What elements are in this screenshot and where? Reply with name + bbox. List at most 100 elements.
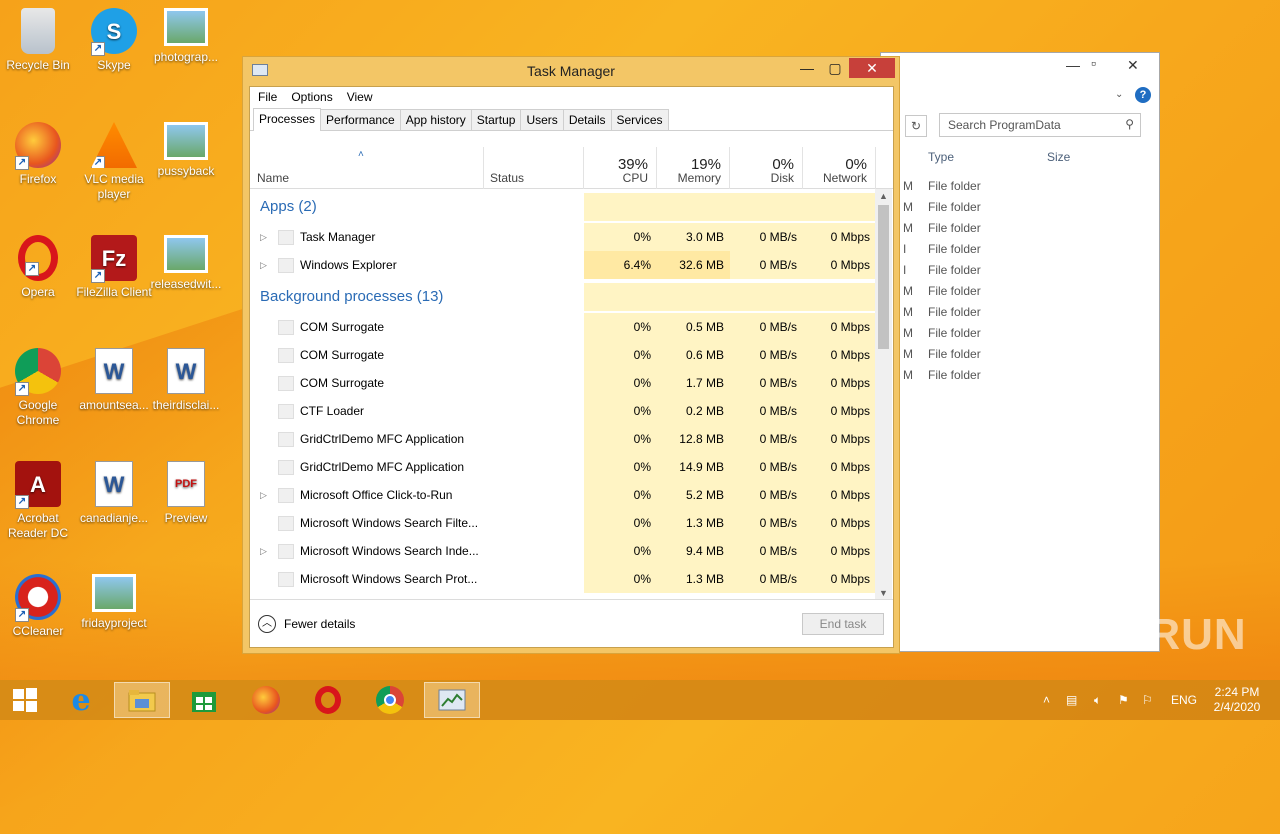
file-type-cell[interactable]: File folder bbox=[928, 347, 981, 361]
process-row[interactable]: COM Surrogate 0% 1.7 MB 0 MB/s 0 Mbps bbox=[250, 369, 876, 397]
column-size[interactable]: Size bbox=[1047, 150, 1070, 164]
maximize-icon[interactable]: ▫ bbox=[1091, 55, 1096, 71]
network-cell: 0 Mbps bbox=[803, 341, 876, 369]
group-header[interactable]: Background processes (13) bbox=[250, 283, 876, 311]
process-row[interactable]: ▷ Task Manager 0% 3.0 MB 0 MB/s 0 Mbps bbox=[250, 223, 876, 251]
help-icon[interactable]: ? bbox=[1135, 87, 1151, 103]
minimize-icon[interactable]: — bbox=[1066, 57, 1080, 73]
desktop-icon[interactable]: photograp... bbox=[148, 8, 224, 65]
maximize-button[interactable]: ▢ bbox=[823, 58, 847, 78]
menu-view[interactable]: View bbox=[347, 90, 373, 108]
file-type-cell[interactable]: File folder bbox=[928, 221, 981, 235]
expand-arrow-icon[interactable]: ▷ bbox=[260, 537, 267, 565]
scrollbar-thumb[interactable] bbox=[878, 205, 889, 349]
clock[interactable]: 2:24 PM 2/4/2020 bbox=[1206, 685, 1268, 715]
tab-services[interactable]: Services bbox=[610, 109, 669, 130]
file-type-cell[interactable]: File folder bbox=[928, 368, 981, 382]
column-type[interactable]: Type bbox=[928, 150, 954, 164]
process-row[interactable]: Microsoft Windows Search Prot... 0% 1.3 MB… bbox=[250, 565, 876, 593]
start-button[interactable] bbox=[0, 682, 50, 718]
refresh-icon[interactable]: ↻ bbox=[905, 115, 927, 137]
desktop-icon[interactable]: PDF Preview bbox=[148, 461, 224, 526]
process-row[interactable]: COM Surrogate 0% 0.6 MB 0 MB/s 0 Mbps bbox=[250, 341, 876, 369]
column-memory[interactable]: 19% Memory bbox=[657, 147, 730, 189]
desktop-icon[interactable]: ↗ VLC media player bbox=[76, 122, 152, 202]
flag-icon[interactable]: ⚐ bbox=[1142, 680, 1153, 720]
vertical-scrollbar[interactable]: ▲ ▼ bbox=[875, 189, 892, 600]
group-header[interactable]: Apps (2) bbox=[250, 193, 876, 221]
firefox-button[interactable] bbox=[238, 682, 294, 718]
column-network[interactable]: 0% Network bbox=[803, 147, 876, 189]
fewer-details-button[interactable]: ︿ Fewer details bbox=[258, 615, 355, 633]
file-type-cell[interactable]: File folder bbox=[928, 200, 981, 214]
process-row[interactable]: ▷ Microsoft Office Click-to-Run 0% 5.2 MB 0 … bbox=[250, 481, 876, 509]
scroll-up-icon[interactable]: ▲ bbox=[875, 189, 892, 203]
column-cpu[interactable]: 39% CPU bbox=[584, 147, 657, 189]
menu-options[interactable]: Options bbox=[291, 90, 332, 108]
desktop-icon[interactable]: S ↗ Skype bbox=[76, 8, 152, 73]
network-tray-icon[interactable]: ▤ bbox=[1066, 680, 1077, 720]
volume-icon[interactable]: 🔈︎ bbox=[1094, 680, 1101, 720]
task-manager-taskbar-button[interactable] bbox=[424, 682, 480, 718]
expand-arrow-icon[interactable]: ▷ bbox=[260, 223, 267, 251]
close-icon[interactable]: ✕ bbox=[1127, 57, 1139, 74]
store-button[interactable] bbox=[176, 682, 232, 718]
file-type-cell[interactable]: File folder bbox=[928, 326, 981, 340]
column-status[interactable]: Status bbox=[484, 147, 584, 189]
close-button[interactable]: ✕ bbox=[849, 58, 895, 78]
chevron-down-icon[interactable]: ⌄ bbox=[1115, 89, 1123, 100]
process-row[interactable]: COM Surrogate 0% 0.5 MB 0 MB/s 0 Mbps bbox=[250, 313, 876, 341]
scroll-down-icon[interactable]: ▼ bbox=[875, 586, 892, 600]
process-row[interactable]: ▷ Microsoft Windows Search Inde... 0% 9.4 M… bbox=[250, 537, 876, 565]
desktop-icon[interactable]: Wcanadianje... bbox=[76, 461, 152, 526]
expand-arrow-icon[interactable]: ▷ bbox=[260, 481, 267, 509]
action-center-icon[interactable]: ⚑ bbox=[1118, 680, 1129, 720]
task-manager-body: File Options View Processes Performance … bbox=[249, 86, 894, 648]
desktop-icon[interactable]: ↗ Firefox bbox=[0, 122, 76, 187]
tab-startup[interactable]: Startup bbox=[470, 109, 522, 130]
internet-explorer-button[interactable]: e bbox=[53, 682, 109, 718]
tab-users[interactable]: Users bbox=[520, 109, 564, 130]
tab-details[interactable]: Details bbox=[562, 109, 612, 130]
file-type-cell[interactable]: File folder bbox=[928, 263, 981, 277]
menu-file[interactable]: File bbox=[258, 90, 277, 108]
show-hidden-icons[interactable]: ˄ bbox=[1043, 680, 1050, 720]
sort-ascending-icon: ˄ bbox=[358, 149, 364, 160]
process-row[interactable]: GridCtrlDemo MFC Application 0% 14.9 MB 0 M… bbox=[250, 453, 876, 481]
file-explorer-button[interactable] bbox=[114, 682, 170, 718]
column-name[interactable]: ˄ Name bbox=[250, 147, 484, 189]
desktop-icon[interactable]: pussyback bbox=[148, 122, 224, 179]
process-row[interactable]: GridCtrlDemo MFC Application 0% 12.8 MB 0 M… bbox=[250, 425, 876, 453]
file-type-cell[interactable]: File folder bbox=[928, 179, 981, 193]
task-manager-window[interactable]: Task Manager — ▢ ✕ File Options View Pro… bbox=[242, 56, 900, 654]
desktop-icon[interactable]: Fz ↗ FileZilla Client bbox=[76, 235, 152, 300]
desktop-icon[interactable]: Recycle Bin bbox=[0, 8, 76, 73]
process-row[interactable]: ▷ Windows Explorer 6.4% 32.6 MB 0 MB/s 0 Mbps bbox=[250, 251, 876, 279]
desktop-icon[interactable]: ↗ Google Chrome bbox=[0, 348, 76, 428]
desktop-icon[interactable]: ↗ Opera bbox=[0, 235, 76, 300]
desktop-icon[interactable]: A ↗ Acrobat Reader DC bbox=[0, 461, 76, 541]
file-type-cell[interactable]: File folder bbox=[928, 305, 981, 319]
opera-button[interactable] bbox=[300, 682, 356, 718]
language-indicator[interactable]: ENG bbox=[1171, 680, 1197, 720]
minimize-button[interactable]: — bbox=[795, 58, 819, 78]
expand-arrow-icon[interactable]: ▷ bbox=[260, 251, 267, 279]
desktop-icon[interactable]: Wtheirdisclai... bbox=[148, 348, 224, 413]
file-type-cell[interactable]: File folder bbox=[928, 284, 981, 298]
tab-performance[interactable]: Performance bbox=[320, 109, 401, 130]
search-input[interactable]: Search ProgramData ⚲ bbox=[939, 113, 1141, 137]
explorer-window[interactable]: — ▫ ✕ ⌄ ? ↻ Search ProgramData ⚲ Type Siz… bbox=[880, 52, 1160, 652]
tab-processes[interactable]: Processes bbox=[253, 108, 322, 131]
desktop-icon[interactable]: fridayproject bbox=[76, 574, 152, 631]
desktop-icon[interactable]: ↗ CCleaner bbox=[0, 574, 76, 639]
process-row[interactable]: Microsoft Windows Search Filte... 0% 1.3 M… bbox=[250, 509, 876, 537]
column-disk[interactable]: 0% Disk bbox=[730, 147, 803, 189]
file-type-cell[interactable]: File folder bbox=[928, 242, 981, 256]
chrome-button[interactable] bbox=[362, 682, 418, 718]
tab-app-history[interactable]: App history bbox=[399, 109, 472, 130]
process-row[interactable]: CTF Loader 0% 0.2 MB 0 MB/s 0 Mbps bbox=[250, 397, 876, 425]
title-bar[interactable]: Task Manager — ▢ ✕ bbox=[243, 57, 899, 83]
desktop-icon[interactable]: releasedwit... bbox=[148, 235, 224, 292]
end-task-button[interactable]: End task bbox=[802, 613, 884, 635]
desktop-icon[interactable]: Wamountsea... bbox=[76, 348, 152, 413]
